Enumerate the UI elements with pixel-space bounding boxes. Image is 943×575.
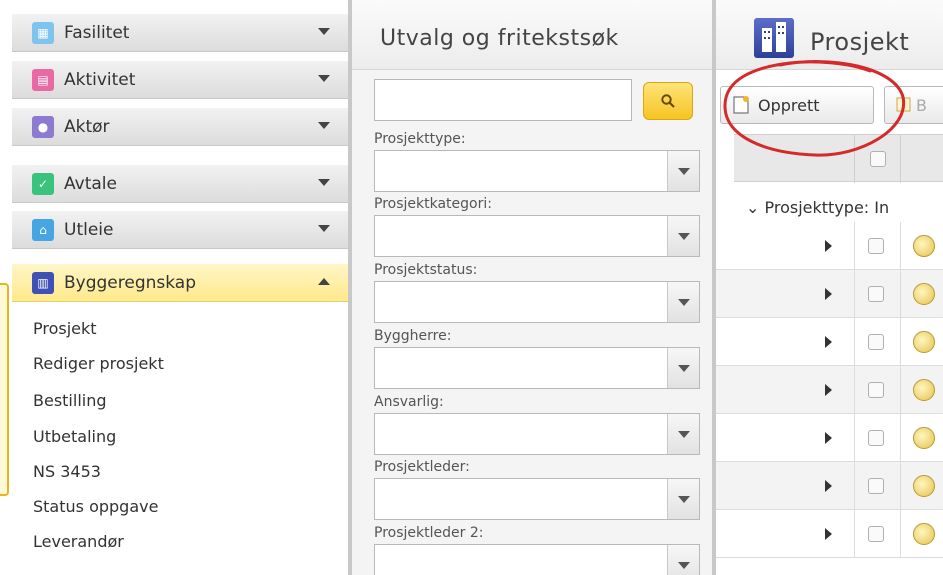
dropdown-arrow-icon[interactable] — [667, 282, 699, 322]
dropdown-arrow-icon[interactable] — [667, 479, 699, 519]
select-ansvarlig[interactable] — [374, 413, 700, 455]
label-prosjektkategori: Prosjektkategori: — [374, 196, 492, 212]
chevron-down-icon — [318, 75, 330, 82]
dropdown-arrow-icon[interactable] — [667, 151, 699, 191]
row-checkbox[interactable] — [868, 430, 884, 446]
app-window: ▦ Fasilitet ▤ Aktivitet ● Aktør ✓ Avtale… — [0, 0, 943, 575]
label-ansvarlig: Ansvarlig: — [374, 394, 444, 410]
edit-row-icon[interactable] — [913, 427, 935, 449]
nav-item-label: Avtale — [64, 173, 117, 194]
select-byggherre[interactable] — [374, 347, 700, 389]
handshake-icon: ✓ — [32, 172, 54, 195]
active-section-indicator — [0, 283, 9, 496]
nav-item-label: Aktør — [64, 116, 110, 137]
nav-item-fasilitet[interactable]: ▦ Fasilitet — [12, 14, 348, 52]
nav-item-label: Fasilitet — [64, 22, 130, 43]
subnav-utbetaling[interactable]: Utbetaling — [33, 427, 116, 446]
chevron-down-icon — [318, 179, 330, 186]
filter-header: Utvalg og fritekstsøk — [352, 0, 712, 70]
nav-item-aktivitet[interactable]: ▤ Aktivitet — [12, 61, 348, 99]
search-icon — [661, 94, 675, 108]
select-prosjektleder-2[interactable] — [374, 544, 700, 575]
group-label: Prosjekttype: In — [764, 198, 890, 217]
calendar-icon: ▤ — [32, 68, 54, 91]
edit-row-icon[interactable] — [913, 523, 935, 545]
people-icon: ● — [32, 115, 54, 138]
row-checkbox[interactable] — [868, 286, 884, 302]
nav-item-byggeregnskap[interactable]: ▥ Byggeregnskap — [12, 264, 348, 302]
subnav-prosjekt[interactable]: Prosjekt — [33, 319, 97, 338]
main-navigation: ▦ Fasilitet ▤ Aktivitet ● Aktør ✓ Avtale… — [0, 0, 348, 575]
building-icon: ▥ — [32, 271, 54, 294]
table-row[interactable] — [716, 366, 943, 414]
subnav-rediger-prosjekt[interactable]: Rediger prosjekt — [33, 354, 164, 373]
chevron-up-icon — [318, 278, 330, 285]
select-prosjektstatus[interactable] — [374, 281, 700, 323]
subnav-status-oppgave[interactable]: Status oppgave — [33, 497, 158, 516]
row-checkbox[interactable] — [868, 382, 884, 398]
row-checkbox[interactable] — [868, 478, 884, 494]
dropdown-arrow-icon[interactable] — [667, 348, 699, 388]
table-row[interactable] — [716, 510, 943, 558]
edit-row-icon[interactable] — [913, 331, 935, 353]
building-icon — [754, 18, 794, 58]
select-prosjekttype[interactable] — [374, 150, 700, 192]
house-icon: ⌂ — [32, 218, 54, 241]
chevron-down-icon: ⌄ — [746, 198, 760, 217]
select-prosjektleder[interactable] — [374, 478, 700, 520]
dropdown-arrow-icon[interactable] — [667, 545, 699, 575]
label-prosjektstatus: Prosjektstatus: — [374, 262, 478, 278]
subnav-ns-3453[interactable]: NS 3453 — [33, 462, 101, 481]
expand-row-icon[interactable] — [825, 528, 832, 540]
dropdown-arrow-icon[interactable] — [667, 216, 699, 256]
filter-title: Utvalg og fritekstsøk — [380, 26, 619, 51]
table-row[interactable] — [716, 414, 943, 462]
subnav-bestilling[interactable]: Bestilling — [33, 391, 107, 410]
table-row[interactable] — [716, 318, 943, 366]
nav-item-label: Aktivitet — [64, 69, 136, 90]
dropdown-arrow-icon[interactable] — [667, 414, 699, 454]
chevron-down-icon — [318, 225, 330, 232]
table-row[interactable] — [716, 270, 943, 318]
filter-panel: Utvalg og fritekstsøk Prosjekttype: Pros… — [352, 0, 712, 575]
chevron-down-icon — [318, 122, 330, 129]
table-row[interactable] — [716, 222, 943, 270]
row-checkbox[interactable] — [868, 526, 884, 542]
grid-icon: ▦ — [32, 21, 54, 44]
table-row[interactable] — [716, 462, 943, 510]
highlight-annotation — [723, 60, 906, 157]
label-prosjektleder: Prosjektleder: — [374, 459, 470, 475]
edit-row-icon[interactable] — [913, 283, 935, 305]
edit-row-icon[interactable] — [913, 379, 935, 401]
group-row[interactable]: ⌄ Prosjekttype: In — [746, 198, 889, 217]
search-input[interactable] — [374, 79, 632, 121]
expand-row-icon[interactable] — [825, 288, 832, 300]
nav-item-label: Byggeregnskap — [64, 272, 197, 293]
nav-item-label: Utleie — [64, 219, 114, 240]
nav-item-aktor[interactable]: ● Aktør — [12, 108, 348, 146]
nav-item-avtale[interactable]: ✓ Avtale — [12, 165, 348, 203]
search-button[interactable] — [643, 82, 693, 120]
row-checkbox[interactable] — [868, 238, 884, 254]
label-prosjekttype: Prosjekttype: — [374, 131, 466, 147]
select-prosjektkategori[interactable] — [374, 215, 700, 257]
chevron-down-icon — [318, 28, 330, 35]
row-checkbox[interactable] — [868, 334, 884, 350]
label-byggherre: Byggherre: — [374, 328, 452, 344]
expand-row-icon[interactable] — [825, 384, 832, 396]
edit-button-label: B — [916, 95, 927, 115]
expand-row-icon[interactable] — [825, 240, 832, 252]
edit-row-icon[interactable] — [913, 235, 935, 257]
subnav-leverandor[interactable]: Leverandør — [33, 532, 124, 551]
expand-row-icon[interactable] — [825, 432, 832, 444]
page-title: Prosjekt — [810, 28, 910, 56]
label-prosjektleder-2: Prosjektleder 2: — [374, 525, 484, 541]
expand-row-icon[interactable] — [825, 480, 832, 492]
expand-row-icon[interactable] — [825, 336, 832, 348]
edit-row-icon[interactable] — [913, 475, 935, 497]
nav-item-utleie[interactable]: ⌂ Utleie — [12, 211, 348, 249]
